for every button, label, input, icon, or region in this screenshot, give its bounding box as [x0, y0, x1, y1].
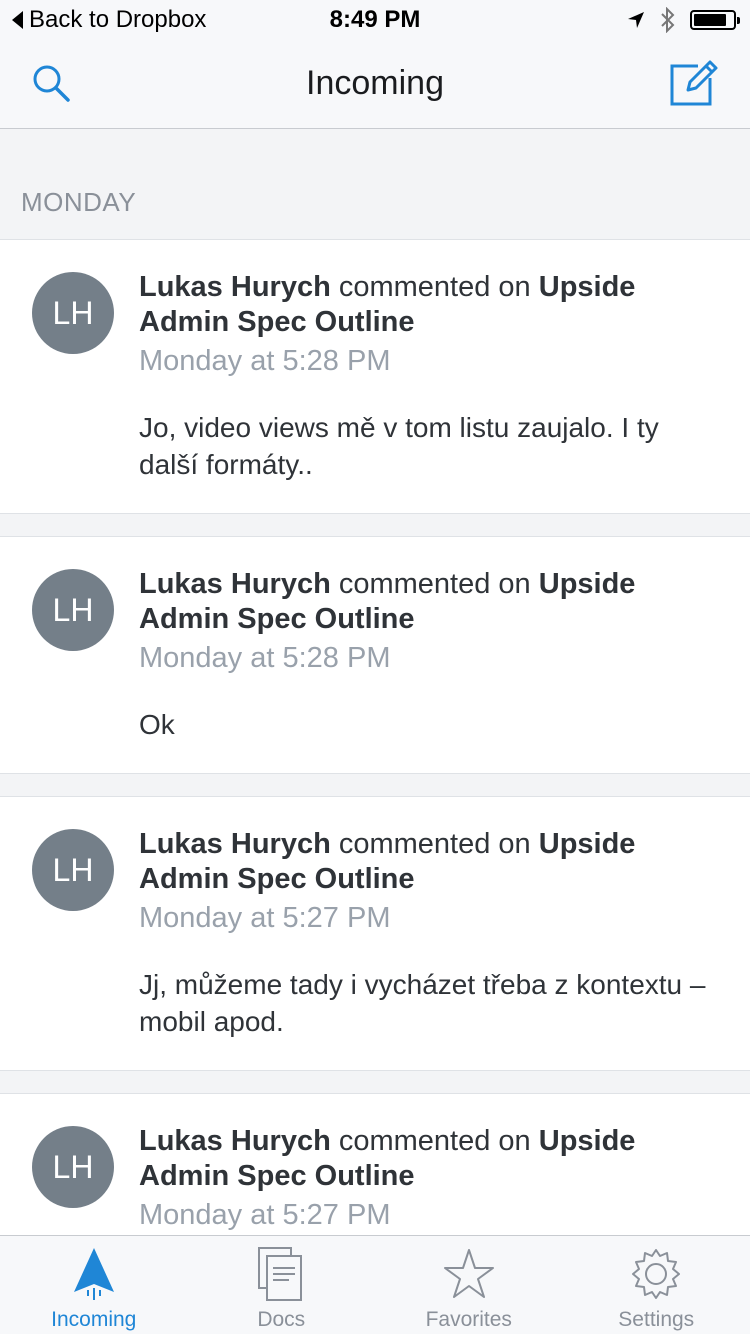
avatar[interactable]: LH	[32, 829, 114, 911]
activity-action: commented on	[338, 568, 531, 600]
activity-action: commented on	[338, 1125, 531, 1157]
activity-headline: Lukas Hurych commented on Upside Admin S…	[139, 270, 710, 340]
feed-card[interactable]: LH Lukas Hurych commented on Upside Admin…	[0, 796, 750, 1071]
tab-docs[interactable]: Docs	[188, 1236, 376, 1334]
section-header-monday: MONDAY	[21, 187, 137, 217]
author-name[interactable]: Lukas Hurych	[139, 271, 331, 303]
activity-action: commented on	[338, 271, 531, 303]
gear-icon	[632, 1249, 681, 1299]
author-name[interactable]: Lukas Hurych	[139, 568, 331, 600]
compose-icon[interactable]	[668, 56, 720, 108]
tab-favorites[interactable]: Favorites	[375, 1236, 563, 1334]
activity-headline: Lukas Hurych commented on Upside Admin S…	[139, 827, 710, 897]
navigation-bar: Incoming	[0, 40, 750, 129]
avatar[interactable]: LH	[32, 272, 114, 354]
tab-docs-label: Docs	[257, 1308, 306, 1331]
timestamp: Monday at 5:28 PM	[139, 642, 391, 674]
avatar[interactable]: LH	[32, 569, 114, 651]
incoming-feed[interactable]: MONDAY LH Lukas Hurych commented on Upsid…	[0, 129, 750, 1235]
timestamp: Monday at 5:28 PM	[139, 345, 391, 377]
page-title: Incoming	[306, 64, 444, 102]
battery-icon	[690, 10, 740, 30]
activity-headline: Lukas Hurych commented on Upside Admin S…	[139, 567, 710, 637]
author-name[interactable]: Lukas Hurych	[139, 828, 331, 860]
tab-incoming[interactable]: Incoming	[0, 1236, 188, 1334]
tab-bar: Incoming Docs Favorites Settings	[0, 1235, 750, 1334]
tab-incoming-label: Incoming	[51, 1308, 137, 1331]
feed-card[interactable]: LH Lukas Hurych commented on Upside Admin…	[0, 536, 750, 774]
documents-icon	[258, 1247, 303, 1301]
activity-action: commented on	[338, 828, 531, 860]
tab-favorites-label: Favorites	[425, 1308, 512, 1331]
feed-card[interactable]: LH Lukas Hurych commented on Upside Admin…	[0, 239, 750, 514]
feed-list: LH Lukas Hurych commented on Upside Admin…	[0, 239, 750, 1235]
tab-settings[interactable]: Settings	[563, 1236, 750, 1334]
comment-text: Ok	[139, 709, 175, 740]
paper-plane-icon	[73, 1248, 114, 1300]
author-name[interactable]: Lukas Hurych	[139, 1125, 331, 1157]
avatar[interactable]: LH	[32, 1126, 114, 1208]
location-icon	[628, 12, 644, 28]
comment-text: Jo, video views mě v tom listu zaujalo. …	[139, 412, 659, 480]
comment-text: Jj, můžeme tady i vycházet třeba z konte…	[139, 969, 706, 1037]
activity-headline: Lukas Hurych commented on Upside Admin S…	[139, 1124, 710, 1194]
battery-level	[694, 14, 727, 26]
feed-card[interactable]: LH Lukas Hurych commented on Upside Admin…	[0, 1093, 750, 1235]
timestamp: Monday at 5:27 PM	[139, 1199, 391, 1231]
tab-settings-label: Settings	[618, 1308, 695, 1331]
star-icon	[443, 1249, 494, 1298]
bluetooth-icon	[661, 7, 675, 33]
timestamp: Monday at 5:27 PM	[139, 902, 391, 934]
status-indicators	[626, 7, 740, 33]
status-bar: Back to Dropbox 8:49 PM	[0, 0, 750, 40]
